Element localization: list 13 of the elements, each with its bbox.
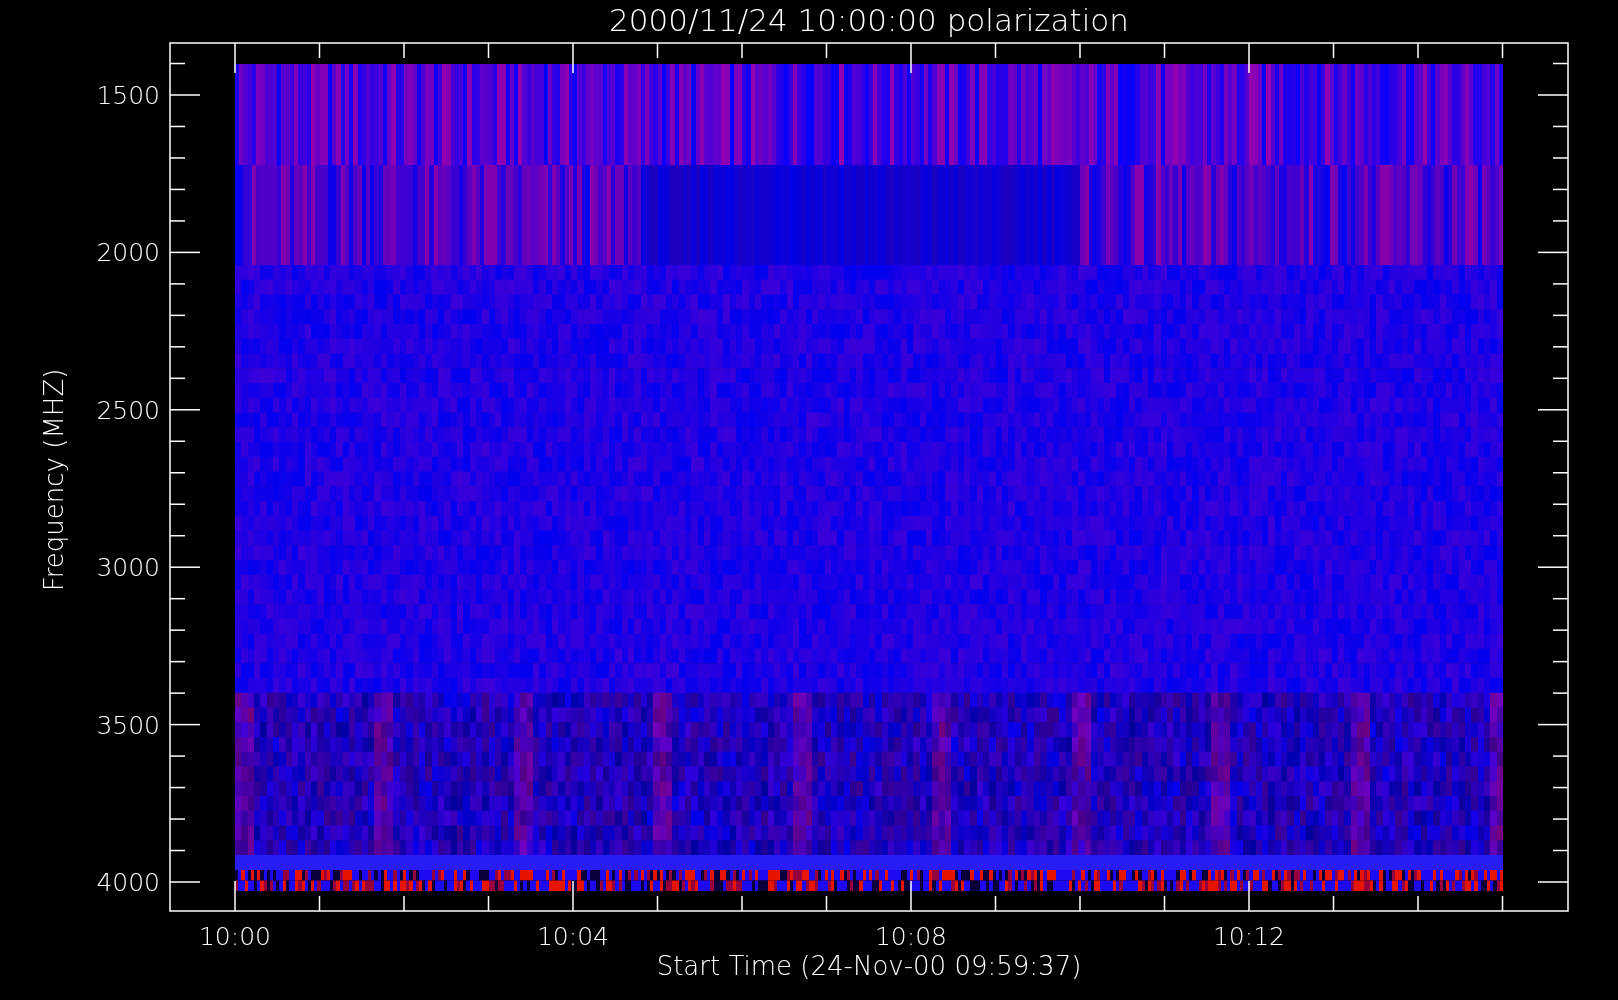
y-tick-label: 2000 xyxy=(96,238,160,268)
y-axis-label: Frequency (MHZ) xyxy=(39,368,69,592)
y-tick-label: 3500 xyxy=(96,710,160,740)
x-tick-label: 10:00 xyxy=(199,922,271,951)
x-tick-label: 10:04 xyxy=(537,922,609,951)
plot-title: 2000/11/24 10:00:00 polarization xyxy=(609,2,1129,38)
y-tick-label: 4000 xyxy=(96,868,160,897)
y-tick-label: 1500 xyxy=(96,81,160,110)
y-tick-label: 2500 xyxy=(96,395,160,425)
y-tick-label: 3000 xyxy=(96,553,160,583)
x-tick-label: 10:12 xyxy=(1213,922,1285,951)
x-axis-label: Start Time (24-Nov-00 09:59:37) xyxy=(656,951,1082,981)
x-tick-label: 10:08 xyxy=(875,922,947,951)
